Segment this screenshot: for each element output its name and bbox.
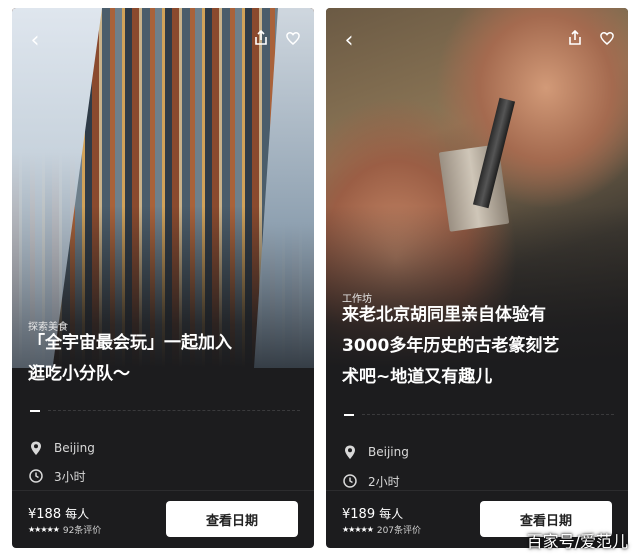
heart-icon[interactable]: [596, 30, 618, 52]
check-dates-button[interactable]: 查看日期: [166, 501, 298, 537]
share-icon[interactable]: [564, 29, 586, 52]
duration-row: 3小时: [28, 466, 86, 486]
price-value: ¥188: [28, 507, 62, 522]
card-photo: [12, 8, 314, 368]
location-pin-icon: [345, 445, 355, 459]
page-indicator-track: [362, 414, 614, 416]
experience-card-2[interactable]: ‹ 工作坊 来老北京胡同里亲自体验有 3000多年历史的古老篆刻艺 术吧~地道又…: [326, 8, 628, 548]
rating: ★★★★★ 92条评价: [28, 523, 101, 536]
watermark: 百家号/爱范儿: [526, 532, 628, 551]
heart-icon[interactable]: [282, 30, 304, 52]
review-count: 207条评价: [376, 526, 422, 536]
star-rating-icon: ★★★★★: [28, 525, 60, 534]
price: ¥188 每人: [28, 505, 89, 522]
location-text: Beijing: [54, 441, 95, 455]
share-icon[interactable]: [250, 29, 272, 52]
location-pin-icon: [31, 441, 41, 455]
footer-divider: [12, 490, 314, 491]
clock-icon: [29, 469, 43, 483]
review-count: 92条评价: [62, 526, 102, 536]
price-unit: 每人: [65, 507, 90, 521]
back-icon[interactable]: ‹: [338, 30, 360, 52]
location-text: Beijing: [368, 445, 409, 459]
page-indicator-active: [30, 410, 40, 412]
price: ¥189 每人: [342, 505, 403, 522]
back-icon[interactable]: ‹: [24, 30, 46, 52]
location-row: Beijing: [342, 442, 409, 462]
price-unit: 每人: [379, 507, 404, 521]
rating: ★★★★★ 207条评价: [342, 523, 421, 536]
card-title: 「全宇宙最会玩」一起加入 逛吃小分队～: [28, 333, 232, 384]
page-indicator-active: [344, 414, 354, 416]
duration-row: 2小时: [342, 471, 400, 491]
duration-text: 2小时: [368, 474, 400, 489]
price-value: ¥189: [342, 507, 376, 522]
experience-card-1[interactable]: ‹ 探索美食 「全宇宙最会玩」一起加入 逛吃小分队～ Beijing 3小时 ¥…: [12, 8, 314, 548]
footer-divider: [326, 490, 628, 491]
duration-text: 3小时: [54, 469, 86, 484]
clock-icon: [343, 474, 357, 488]
star-rating-icon: ★★★★★: [342, 525, 374, 534]
card-title: 来老北京胡同里亲自体验有 3000多年历史的古老篆刻艺 术吧~地道又有趣儿: [342, 305, 560, 387]
page-indicator-track: [48, 410, 300, 412]
location-row: Beijing: [28, 438, 95, 458]
